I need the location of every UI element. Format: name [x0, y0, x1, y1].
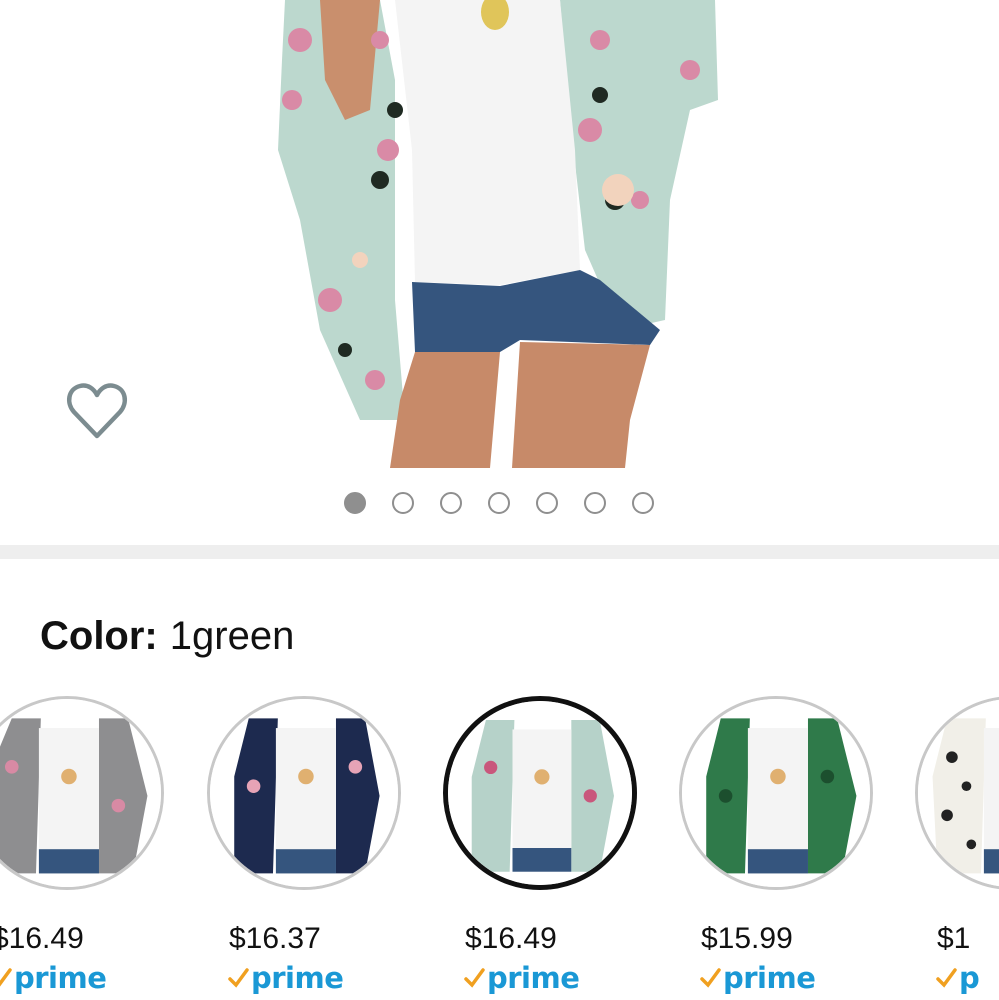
favorite-button[interactable] — [64, 378, 130, 444]
color-label: Color: — [40, 614, 158, 658]
swatch-photo — [918, 699, 999, 887]
prime-badge: prime — [227, 960, 344, 996]
swatch-photo — [0, 699, 161, 887]
carousel-dot[interactable] — [440, 492, 462, 514]
variant-price: $15.99 — [701, 922, 793, 955]
heart-outline-icon — [66, 383, 128, 439]
prime-check-icon — [700, 968, 721, 988]
carousel-dot[interactable] — [584, 492, 606, 514]
swatch-image — [0, 696, 164, 890]
prime-badge: p — [935, 960, 980, 996]
prime-badge: prime — [0, 960, 107, 996]
prime-check-icon — [936, 968, 957, 988]
swatch-image — [207, 696, 401, 890]
swatch-image — [679, 696, 873, 890]
swatch-photo — [210, 699, 398, 887]
color-value: 1green — [169, 614, 295, 658]
color-swatch-green-floral[interactable]: $16.49 prime — [443, 690, 679, 1000]
color-swatch-green-leaf[interactable]: $15.99 prime — [679, 690, 915, 1000]
prime-check-icon — [464, 968, 485, 988]
prime-label: prime — [14, 961, 107, 995]
color-swatch-leopard[interactable]: $1 p — [915, 690, 999, 1000]
carousel-dot[interactable] — [632, 492, 654, 514]
product-image-area — [0, 0, 999, 468]
carousel-dot[interactable] — [488, 492, 510, 514]
swatch-photo — [448, 701, 632, 885]
carousel-indicator — [0, 492, 999, 520]
carousel-dot[interactable] — [344, 492, 366, 514]
variant-price: $16.49 — [465, 922, 557, 955]
carousel-dot[interactable] — [392, 492, 414, 514]
prime-check-icon — [228, 968, 249, 988]
prime-label: prime — [251, 961, 344, 995]
prime-label: prime — [487, 961, 580, 995]
swatch-image — [915, 696, 999, 890]
color-selection-label: Color: 1green — [40, 613, 294, 659]
prime-badge: prime — [699, 960, 816, 996]
prime-label: p — [959, 961, 980, 995]
swatch-image — [443, 696, 637, 890]
prime-check-icon — [0, 968, 12, 987]
color-swatch-navy-floral[interactable]: $16.37 prime — [207, 690, 443, 1000]
swatch-photo — [682, 699, 870, 887]
section-divider — [0, 545, 999, 559]
variant-price: $1 — [937, 922, 971, 955]
variant-price: $16.37 — [229, 922, 321, 955]
color-swatch-list: $16.49 prime $16.37 prime $16.49 prime $… — [0, 690, 999, 1000]
prime-label: prime — [723, 961, 816, 995]
color-swatch-gray-floral[interactable]: $16.49 prime — [0, 690, 206, 1000]
carousel-dot[interactable] — [536, 492, 558, 514]
product-photo[interactable] — [0, 0, 999, 468]
prime-badge: prime — [463, 960, 580, 996]
variant-price: $16.49 — [0, 922, 84, 955]
